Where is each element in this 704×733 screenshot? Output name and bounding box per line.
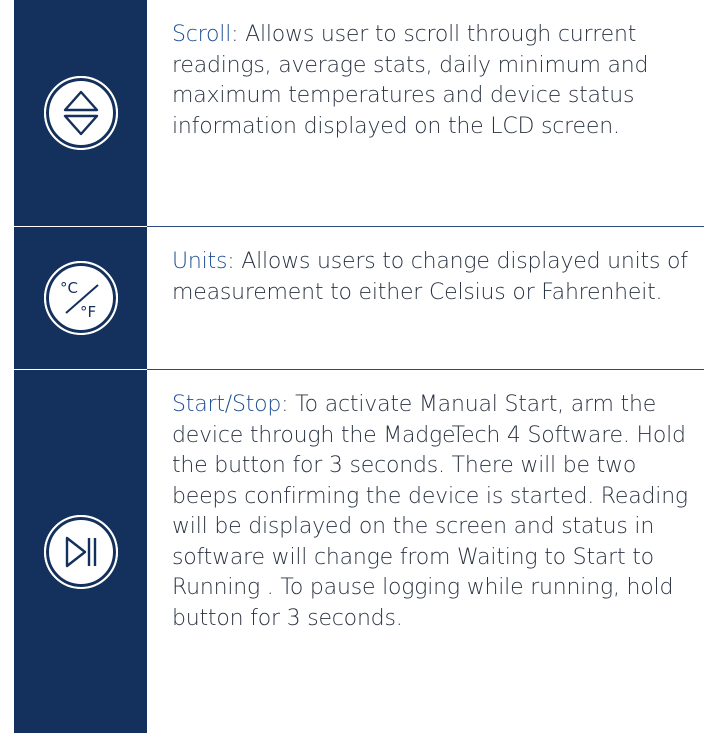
row-scroll: Scroll: Allows user to scroll through cu… [14,0,704,226]
description-units: Units: Allows users to change displayed … [147,227,704,369]
row-start-stop: Start/Stop: To activate Manual Start, ar… [14,370,704,733]
start-stop-button[interactable] [43,514,118,589]
label-start-stop: Start/Stop [172,392,282,417]
text-start-stop: : To activate Manual Start, arm the devi… [172,392,688,631]
description-start-stop: Start/Stop: To activate Manual Start, ar… [147,370,704,733]
fahrenheit-glyph: °F [80,303,96,321]
text-units: : Allows users to change displayed units… [172,249,688,305]
scroll-up-down-icon [63,90,98,136]
units-button[interactable]: °C °F [43,261,118,335]
celsius-glyph: °C [60,279,78,297]
label-scroll: Scroll [172,22,232,47]
icon-cell-units: °C °F [14,227,147,369]
icon-cell-scroll [14,0,147,226]
description-scroll: Scroll: Allows user to scroll through cu… [147,0,704,226]
row-units: °C °F Units: Allows users to change disp… [14,227,704,369]
label-units: Units [172,249,228,274]
icon-cell-start-stop [14,370,147,733]
button-descriptions-table: Scroll: Allows user to scroll through cu… [14,0,704,733]
scroll-button[interactable] [43,76,118,150]
text-scroll: : Allows user to scroll through current … [172,22,649,139]
play-pause-icon [65,536,96,567]
celsius-fahrenheit-icon: °C °F [60,279,99,321]
